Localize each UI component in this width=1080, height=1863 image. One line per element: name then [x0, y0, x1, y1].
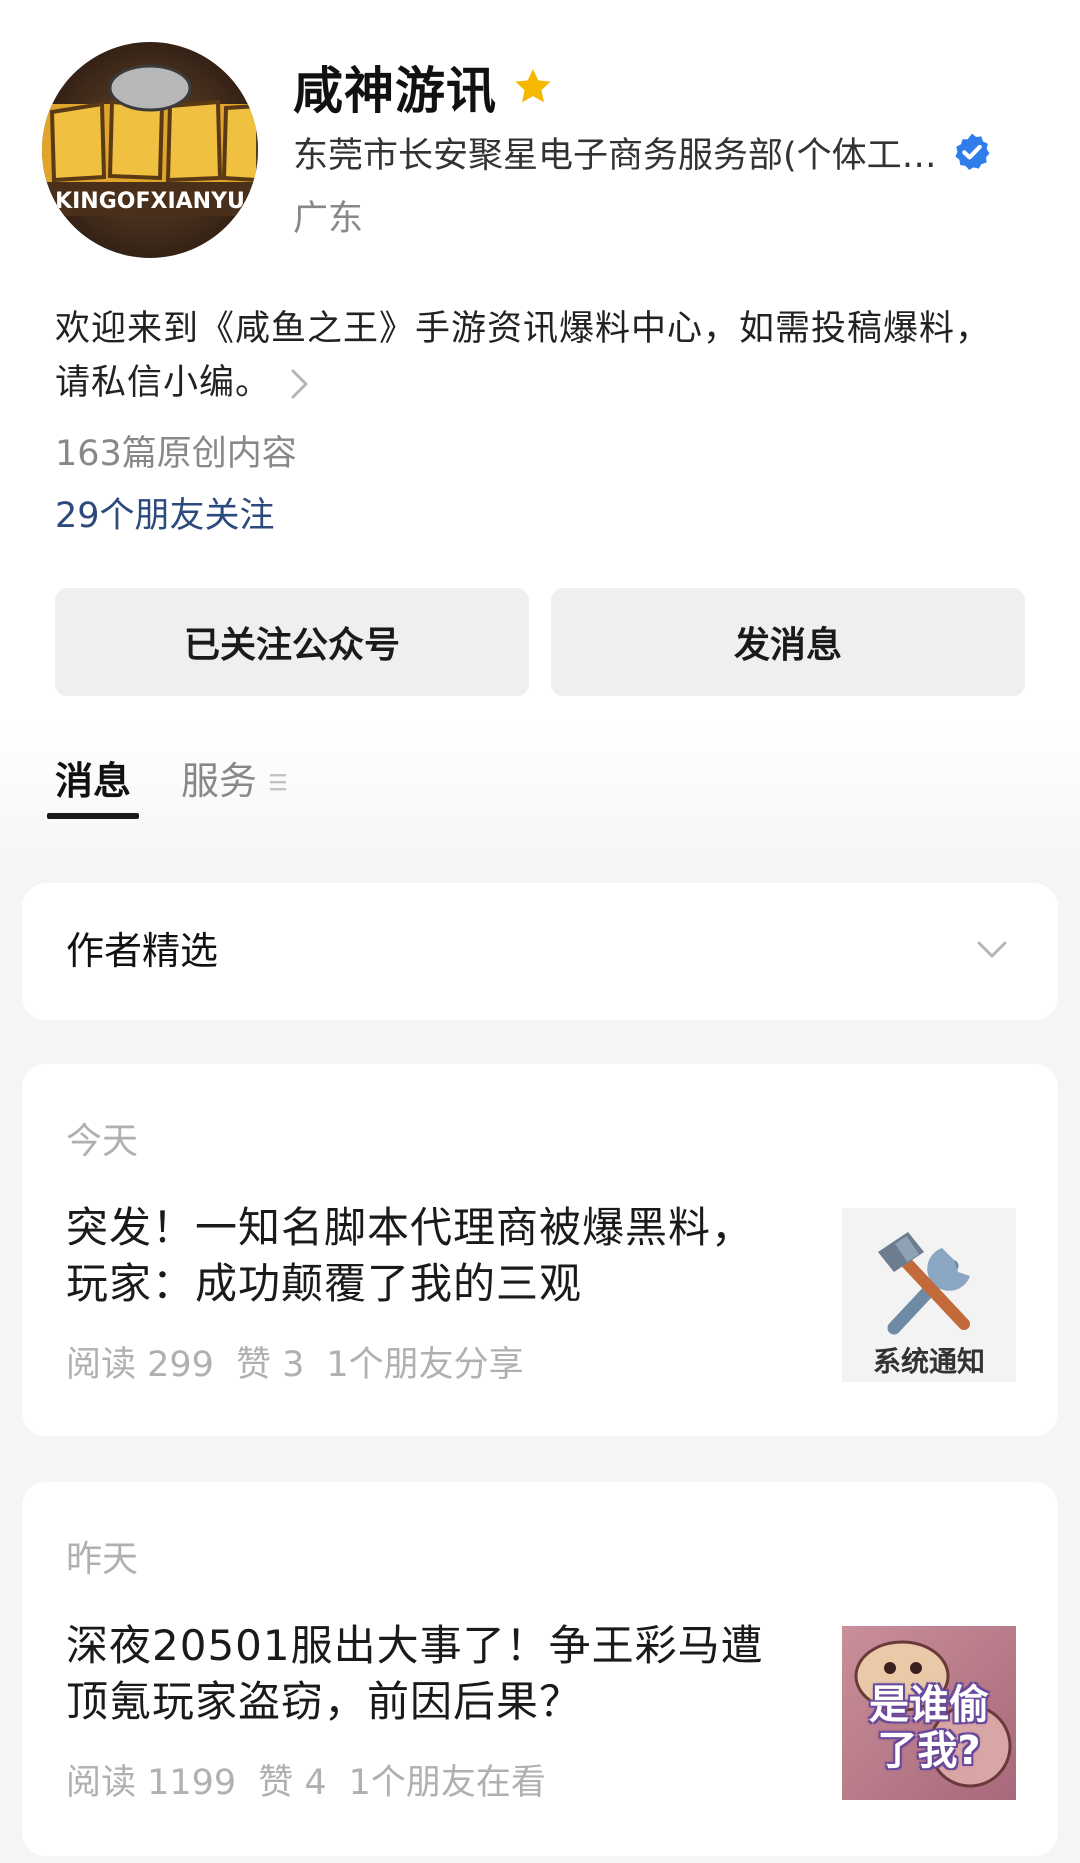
chevron-right-icon: [291, 369, 308, 399]
article-thumbnail[interactable]: 系统通知: [842, 1208, 1016, 1382]
send-message-button[interactable]: 发消息: [551, 588, 1025, 696]
article-card[interactable]: 昨天 深夜20501服出大事了！争王彩马遭 顶氪玩家盗窃，前因后果？ 阅读 11…: [22, 1482, 1058, 1856]
name-row: 咸神游讯: [293, 52, 555, 122]
read-count: 阅读 1199: [66, 1763, 237, 1803]
date-label: 昨天: [66, 1539, 139, 1580]
tab-services-label: 服务: [181, 759, 258, 803]
account-intro[interactable]: 欢迎来到《咸鱼之王》手游资讯爆料中心，如需投稿爆料， 请私信小编。: [55, 302, 1045, 410]
thumbnail-overlay-text: 是谁偷 了我?: [842, 1682, 1016, 1774]
account-name: 咸神游讯: [293, 62, 497, 120]
region-label: 广东: [293, 199, 364, 239]
menu-lines-icon: [270, 774, 287, 791]
content-tabs: 消息 服务: [47, 755, 287, 819]
star-icon[interactable]: [511, 65, 555, 109]
article-title: 突发！一知名脚本代理商被爆黑料， 玩家：成功颠覆了我的三观: [66, 1200, 836, 1312]
svg-text:KINGOFXIANYU: KINGOFXIANYU: [55, 189, 245, 214]
article-thumbnail[interactable]: 是谁偷 了我?: [842, 1626, 1016, 1800]
article-title-line: 突发！一知名脚本代理商被爆黑料，: [66, 1203, 755, 1252]
thumbnail-overlay-line: 了我?: [877, 1728, 981, 1774]
company-name: 东莞市长安聚星电子商务服务部(个体工…: [293, 135, 937, 176]
article-meta: 阅读 1199 赞 4 1个朋友在看: [66, 1754, 568, 1805]
verified-badge-icon: [955, 133, 990, 170]
company-row[interactable]: 东莞市长安聚星电子商务服务部(个体工…: [293, 128, 993, 176]
thumbnail-caption: 系统通知: [872, 1345, 985, 1378]
friends-follow-link[interactable]: 29个朋友关注: [55, 487, 275, 538]
article-title-line: 玩家：成功颠覆了我的三观: [66, 1259, 583, 1308]
article-title-line: 顶氪玩家盗窃，前因后果？: [66, 1677, 583, 1726]
friend-watch-count: 1个朋友在看: [348, 1763, 546, 1803]
article-title: 深夜20501服出大事了！争王彩马遭 顶氪玩家盗窃，前因后果？: [66, 1618, 836, 1730]
friend-share-count: 1个朋友分享: [326, 1345, 524, 1385]
article-title-line: 深夜20501服出大事了！争王彩马遭: [66, 1621, 764, 1670]
article-meta: 阅读 299 赞 3 1个朋友分享: [66, 1336, 546, 1387]
intro-line-2: 请私信小编。: [55, 356, 1045, 410]
article-card[interactable]: 今天 突发！一知名脚本代理商被爆黑料， 玩家：成功颠覆了我的三观 阅读 299 赞…: [22, 1064, 1058, 1436]
like-count: 赞 3: [235, 1345, 305, 1385]
thumbnail-overlay-line: 是谁偷: [869, 1682, 989, 1728]
date-label: 今天: [66, 1121, 139, 1162]
intro-line-2-text: 请私信小编。: [55, 363, 272, 403]
read-count: 阅读 299: [66, 1345, 214, 1385]
followed-account-button[interactable]: 已关注公众号: [55, 588, 529, 696]
intro-line-1: 欢迎来到《咸鱼之王》手游资讯爆料中心，如需投稿爆料，: [55, 309, 992, 349]
chevron-down-icon: [977, 941, 1007, 958]
original-content-count[interactable]: 163篇原创内容: [55, 425, 297, 476]
like-count: 赞 4: [258, 1763, 327, 1803]
tab-messages[interactable]: 消息: [47, 755, 140, 819]
author-selection-title: 作者精选: [66, 929, 219, 973]
account-avatar[interactable]: KINGOFXIANYU: [42, 42, 258, 258]
tab-services[interactable]: 服务: [181, 755, 287, 819]
author-selection-card[interactable]: 作者精选: [22, 883, 1058, 1020]
